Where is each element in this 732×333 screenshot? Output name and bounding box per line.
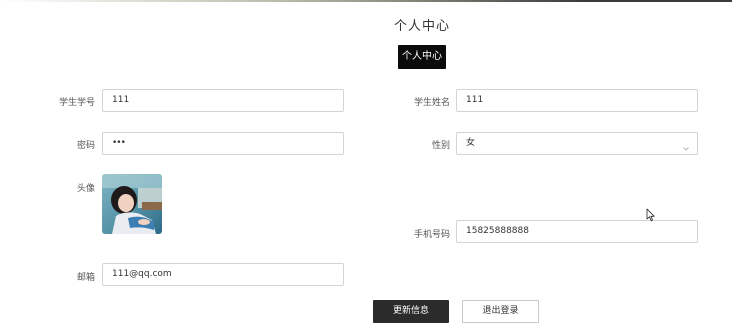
mouse-cursor-icon: [646, 207, 656, 221]
avatar-label: 头像: [76, 184, 95, 194]
student-name-label: 学生姓名: [413, 98, 450, 108]
student-name-input[interactable]: 111: [456, 89, 698, 112]
update-info-button[interactable]: 更新信息: [373, 300, 449, 323]
phone-input[interactable]: 15825888888: [456, 220, 698, 243]
tab-personal-center[interactable]: 个人中心: [398, 45, 446, 69]
top-divider: [0, 0, 732, 2]
password-label: 密码: [76, 141, 95, 151]
gender-label: 性别: [431, 141, 450, 151]
chevron-down-icon: [683, 140, 689, 151]
gender-select[interactable]: 女: [456, 132, 698, 155]
avatar[interactable]: [102, 174, 162, 234]
email-input[interactable]: 111@qq.com: [102, 263, 344, 286]
student-id-input[interactable]: 111: [102, 89, 344, 112]
page-title: 个人中心: [393, 19, 450, 34]
password-input[interactable]: •••: [102, 132, 344, 155]
student-id-label: 学生学号: [58, 98, 95, 108]
logout-button[interactable]: 退出登录: [462, 300, 539, 323]
gender-select-value: 女: [466, 138, 476, 148]
email-label: 邮箱: [76, 273, 95, 283]
phone-label: 手机号码: [413, 230, 450, 240]
